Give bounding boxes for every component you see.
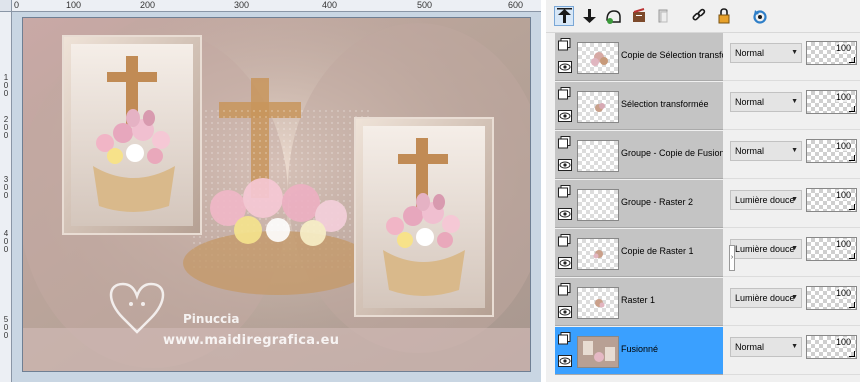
layer-type-icon[interactable] (558, 332, 571, 345)
layer-name[interactable]: Groupe - Copie de Fusionné (621, 148, 723, 158)
ruler-label: 0 (14, 0, 20, 10)
layer-row[interactable]: Groupe - Copie de Fusionné Normal▼ 100 (555, 131, 860, 180)
layer-name[interactable]: Sélection transformée (621, 99, 723, 109)
dropdown-arrow-icon: ▼ (791, 196, 798, 203)
layer-name[interactable]: Copie de Raster 1 (621, 246, 723, 256)
dropdown-arrow-icon: ▼ (791, 147, 798, 154)
layer-type-icon[interactable] (558, 136, 571, 149)
ruler-label: 100 (66, 0, 82, 10)
watermark-site: www.maidiregrafica.eu (163, 333, 340, 348)
dropdown-arrow-icon: ▼ (791, 98, 798, 105)
eye-visibility-icon[interactable] (558, 110, 572, 122)
layer-row[interactable]: Copie de Raster 1 Lumière douce ▼ 100 (555, 229, 860, 278)
layer-name[interactable]: Raster 1 (621, 295, 723, 305)
opacity-field[interactable]: 100 (806, 237, 857, 261)
blend-mode-select[interactable]: Normal ▼ (730, 92, 802, 112)
eye-visibility-icon[interactable] (558, 355, 572, 367)
right-frame (354, 117, 494, 317)
dropdown-arrow-icon: ▼ (791, 245, 798, 252)
ruler-label: 300 (234, 0, 250, 10)
left-frame (62, 35, 202, 235)
move-down-icon[interactable] (579, 6, 599, 26)
layer-name[interactable]: Fusionné (621, 344, 723, 354)
eye-visibility-icon[interactable] (558, 61, 572, 73)
move-up-icon[interactable] (554, 6, 574, 26)
blend-mode-select[interactable]: Lumière douce ▼ (730, 190, 802, 210)
layer-list: Copie de Sélection transformée Normal▼ 1… (555, 33, 860, 382)
horizontal-ruler: 0 100 200 300 400 500 600 (12, 0, 541, 12)
opacity-field[interactable]: 100 (806, 335, 857, 359)
layer-type-icon[interactable] (558, 87, 571, 100)
ruler-label: 400 (322, 0, 338, 10)
ruler-corner (0, 0, 12, 12)
layer-name[interactable]: Groupe - Raster 2 (621, 197, 723, 207)
eye-visibility-icon[interactable] (558, 306, 572, 318)
layer-thumbnail (577, 91, 619, 123)
layer-type-icon[interactable] (558, 283, 571, 296)
new-layer-icon[interactable] (603, 6, 623, 26)
layer-row[interactable]: Sélection transformée Normal ▼ 100 (555, 82, 860, 131)
layer-row[interactable]: Raster 1 Lumière douce ▼ 100 (555, 278, 860, 327)
ruler-label: 200 (140, 0, 156, 10)
app-window: 0 100 200 300 400 500 600 1 0 0 2 0 0 3 … (0, 0, 860, 382)
eye-visibility-icon[interactable] (558, 208, 572, 220)
layer-thumbnail (577, 287, 619, 319)
layer-name[interactable]: Copie de Sélection transformée (621, 50, 723, 60)
vertical-ruler: 1 0 0 2 0 0 3 0 0 4 0 0 5 0 0 (0, 12, 12, 382)
ruler-label: 600 (508, 0, 524, 10)
layer-row[interactable]: Groupe - Raster 2 Lumière douce ▼ 100 (555, 180, 860, 229)
document-image[interactable]: Pinuccia www.maidiregrafica.eu (22, 17, 531, 372)
dropdown-arrow-icon: ▼ (791, 294, 798, 301)
layer-thumbnail (577, 238, 619, 270)
refresh-icon[interactable] (750, 6, 770, 26)
layer-thumbnail (577, 140, 619, 172)
layers-palette: Copie de Sélection transformée Normal▼ 1… (546, 0, 860, 382)
ruler-label: 500 (417, 0, 433, 10)
opacity-field[interactable]: 100 (806, 139, 857, 163)
layer-thumbnail (577, 42, 619, 74)
blend-mode-select[interactable]: Lumière douce ▼ (730, 239, 802, 259)
ruler-label: 4 0 0 (3, 229, 9, 254)
layer-thumbnail (577, 189, 619, 221)
layer-type-icon[interactable] (558, 185, 571, 198)
canvas-pane: 0 100 200 300 400 500 600 1 0 0 2 0 0 3 … (0, 0, 541, 382)
panel-splitter-handle[interactable]: › (729, 245, 735, 271)
watermark-author: Pinuccia (183, 312, 240, 326)
blend-mode-select[interactable]: Lumière douce ▼ (730, 288, 802, 308)
opacity-field[interactable]: 100 (806, 41, 857, 65)
lock-icon[interactable] (714, 6, 734, 26)
layer-row[interactable]: Copie de Sélection transformée Normal▼ 1… (555, 33, 860, 82)
eye-visibility-icon[interactable] (558, 159, 572, 171)
delete-layer-icon[interactable] (629, 6, 649, 26)
ruler-label: 2 0 0 (3, 115, 9, 140)
opacity-field[interactable]: 100 (806, 188, 857, 212)
ruler-label: 3 0 0 (3, 175, 9, 200)
ruler-label: 5 0 0 (3, 315, 9, 340)
blend-mode-select[interactable]: Normal ▼ (730, 141, 802, 161)
eye-visibility-icon[interactable] (558, 257, 572, 269)
blend-mode-select[interactable]: Normal ▼ (730, 43, 802, 63)
dropdown-arrow-icon: ▼ (791, 343, 798, 350)
layer-type-icon[interactable] (558, 234, 571, 247)
layer-row-selected[interactable]: Fusionné Normal ▼ 100 (555, 327, 860, 376)
layer-type-icon[interactable] (558, 38, 571, 51)
opacity-field[interactable]: 100 (806, 90, 857, 114)
opacity-field[interactable]: 100 (806, 286, 857, 310)
ruler-label: 1 0 0 (3, 73, 9, 98)
layer-thumbnail (577, 336, 619, 368)
blend-mode-select[interactable]: Normal ▼ (730, 337, 802, 357)
layers-toolbar (546, 0, 860, 33)
watermark: Pinuccia www.maidiregrafica.eu (127, 288, 367, 358)
chain-link-icon[interactable] (689, 6, 709, 26)
duplicate-layer-icon[interactable] (653, 6, 673, 26)
dropdown-arrow-icon: ▼ (791, 49, 798, 56)
